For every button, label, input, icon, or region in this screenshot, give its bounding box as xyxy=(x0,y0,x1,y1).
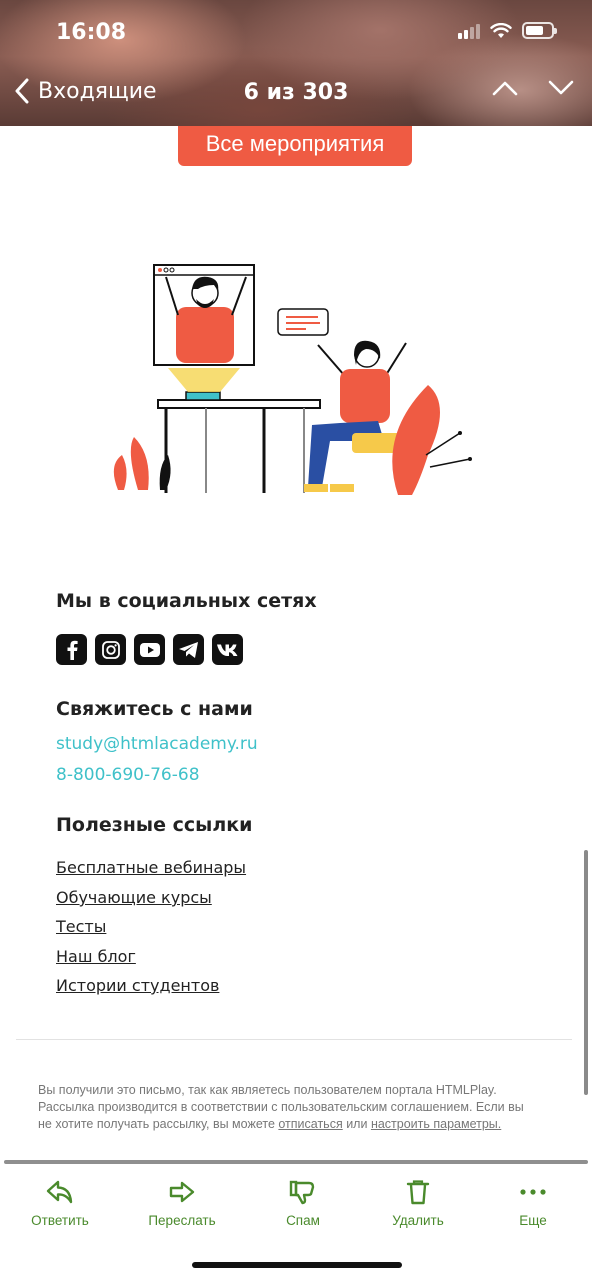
forward-label: Переслать xyxy=(148,1213,216,1228)
footer-text-middle: или xyxy=(342,1117,371,1131)
back-button[interactable]: Входящие xyxy=(14,78,157,104)
status-time: 16:08 xyxy=(56,20,127,45)
link-student-stories[interactable]: Истории студентов xyxy=(56,976,219,995)
settings-link[interactable]: настроить параметры. xyxy=(371,1117,501,1131)
reply-icon xyxy=(46,1180,73,1204)
contact-email-link[interactable]: study@htmlacademy.ru xyxy=(56,734,258,754)
reply-label: Ответить xyxy=(31,1213,89,1228)
link-courses[interactable]: Обучающие курсы xyxy=(56,888,212,907)
mail-header: 16:08 Входящие 6 из 303 xyxy=(0,0,592,126)
contact-phone-link[interactable]: 8-800-690-76-68 xyxy=(56,765,200,785)
link-blog[interactable]: Наш блог xyxy=(56,947,136,966)
telegram-icon[interactable] xyxy=(173,634,204,665)
delete-button[interactable]: Удалить xyxy=(368,1179,468,1228)
forward-icon xyxy=(169,1181,195,1203)
instagram-icon[interactable] xyxy=(95,634,126,665)
spam-button[interactable]: Спам xyxy=(253,1179,353,1228)
footer-divider xyxy=(16,1039,572,1040)
back-label: Входящие xyxy=(38,78,157,104)
wifi-icon xyxy=(490,22,512,38)
social-icons-row xyxy=(56,634,243,665)
links-title: Полезные ссылки xyxy=(56,814,253,836)
forward-button[interactable]: Переслать xyxy=(132,1179,232,1228)
next-message-button[interactable] xyxy=(548,80,574,100)
youtube-icon[interactable] xyxy=(134,634,165,665)
reply-button[interactable]: Ответить xyxy=(10,1179,110,1228)
unsubscribe-link[interactable]: отписаться xyxy=(278,1117,342,1131)
chevron-up-icon xyxy=(492,81,518,96)
thumbs-down-icon xyxy=(289,1180,315,1205)
link-tests[interactable]: Тесты xyxy=(56,917,106,936)
toolbar-divider xyxy=(4,1160,588,1164)
more-dots-icon xyxy=(520,1189,546,1195)
scrollbar[interactable] xyxy=(584,850,588,1095)
message-navigation xyxy=(492,80,574,100)
battery-icon xyxy=(522,22,557,39)
chevron-down-icon xyxy=(548,80,574,95)
contact-title: Свяжитесь с нами xyxy=(56,698,253,720)
chevron-left-icon xyxy=(15,78,29,104)
footer-note: Вы получили это письмо, так как являетес… xyxy=(38,1082,538,1133)
more-button[interactable]: Еще xyxy=(483,1179,583,1228)
facebook-icon[interactable] xyxy=(56,634,87,665)
webinar-illustration xyxy=(113,264,472,495)
all-events-button[interactable]: Все мероприятия xyxy=(178,126,412,166)
more-label: Еще xyxy=(519,1213,547,1228)
delete-label: Удалить xyxy=(392,1213,444,1228)
link-free-webinars[interactable]: Бесплатные вебинары xyxy=(56,858,246,877)
social-title: Мы в социальных сетях xyxy=(56,590,317,612)
status-icons xyxy=(458,22,557,39)
home-indicator[interactable] xyxy=(192,1262,402,1268)
spam-label: Спам xyxy=(286,1213,320,1228)
cellular-signal-icon xyxy=(458,23,480,39)
vk-icon[interactable] xyxy=(212,634,243,665)
previous-message-button[interactable] xyxy=(492,80,518,100)
trash-icon xyxy=(406,1180,430,1205)
